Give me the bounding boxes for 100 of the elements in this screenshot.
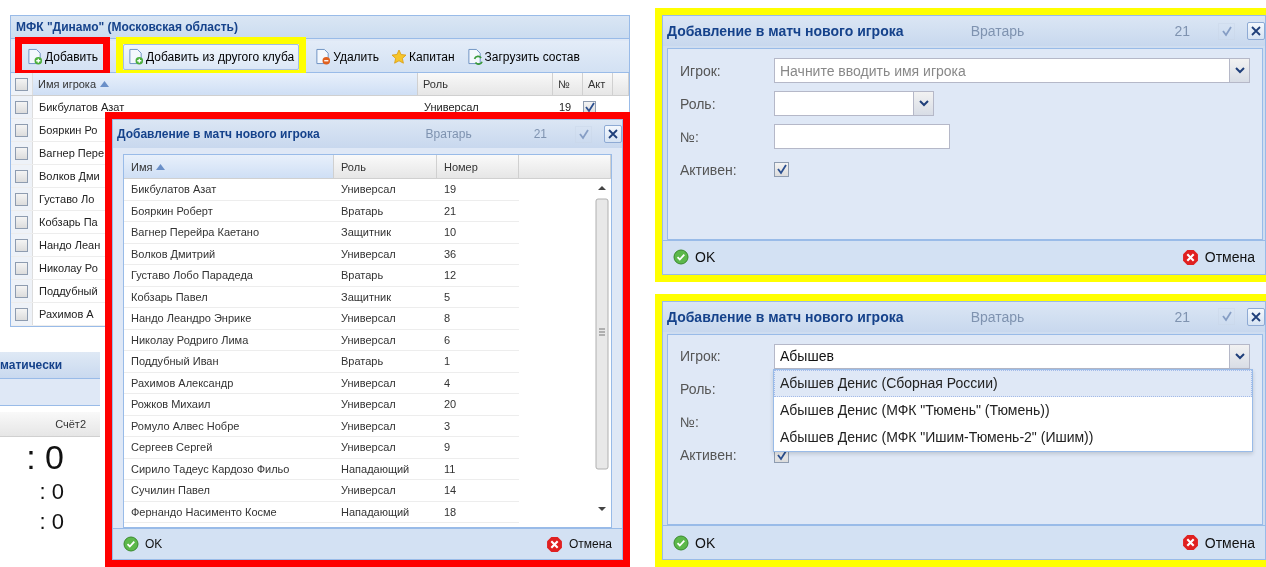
column-header[interactable]: Имя xyxy=(124,155,334,178)
table-cell-text: Универсал xyxy=(423,101,479,113)
table-cell-text: 12 xyxy=(443,269,458,282)
dropdown-option[interactable]: Абышев Денис (МФК "Ишим-Тюмень-2" (Ишим)) xyxy=(774,423,1252,451)
table-cell-text: Универсал xyxy=(340,419,397,432)
score-text: : 0 xyxy=(25,437,65,477)
checkbox[interactable] xyxy=(15,284,28,298)
checkbox[interactable] xyxy=(15,192,28,206)
ok-button[interactable]: OK xyxy=(669,247,720,267)
field-label: Игрок: xyxy=(680,348,722,364)
cancel-icon xyxy=(545,535,563,553)
table-cell-text: Кобзарь Па xyxy=(38,216,98,228)
close-icon xyxy=(608,129,618,139)
player-input-field[interactable]: Абышев xyxy=(774,343,1229,369)
ok-button[interactable]: OK xyxy=(669,532,720,553)
table-cell-text: Нападающий xyxy=(340,505,411,518)
table-cell-text: Универсал xyxy=(340,183,397,196)
table-cell-text: Универсал xyxy=(340,484,397,497)
cancel-button[interactable]: Отмена xyxy=(1177,532,1259,553)
select-all-checkbox[interactable] xyxy=(15,77,28,91)
checkbox[interactable] xyxy=(15,215,28,229)
chevron-down-icon xyxy=(918,100,929,107)
column-header[interactable]: Роль xyxy=(418,73,553,95)
star-icon xyxy=(391,48,408,65)
column-header[interactable]: № xyxy=(553,73,583,95)
cancel-button[interactable]: Отмена xyxy=(1177,246,1259,268)
field-label: Роль: xyxy=(680,95,717,112)
table-cell-text: 10 xyxy=(443,226,458,239)
table-cell-text: 36 xyxy=(443,247,458,260)
table-cell-text: 18 xyxy=(443,505,458,518)
toolbar-button[interactable]: Капитан xyxy=(386,43,460,70)
table-cell-text: Ромуло Алвес Нобре xyxy=(130,419,241,432)
faded-checkbox[interactable] xyxy=(1218,308,1235,325)
score-text: : 0 xyxy=(38,478,65,506)
table-cell-text: Сергеев Сергей xyxy=(130,441,214,454)
dropdown-button[interactable] xyxy=(913,91,934,116)
table-cell-text: Бояркин Ро xyxy=(38,124,98,136)
faded-checkbox[interactable] xyxy=(575,125,592,143)
faded-role-text: Вратарь xyxy=(970,308,1025,325)
table-cell-text: 11 xyxy=(443,462,457,475)
close-button[interactable] xyxy=(1247,22,1265,40)
checkbox[interactable] xyxy=(15,261,28,275)
table-cell-text: 8 xyxy=(443,312,452,325)
dropdown-option[interactable]: Абышев Денис (МФК "Тюмень" (Тюмень)) xyxy=(774,396,1252,424)
close-button[interactable] xyxy=(1247,307,1265,326)
toolbar-button[interactable]: Загрузить состав xyxy=(461,43,585,70)
field-label: Игрок: xyxy=(680,62,722,79)
toolbar-button[interactable]: Удалить xyxy=(310,43,385,70)
table-cell-text: Рахимов Александр xyxy=(130,376,235,389)
role-input-field[interactable] xyxy=(774,91,913,116)
panel-title: МФК "Динамо" (Московская область) xyxy=(11,16,629,40)
tab[interactable]: матически xyxy=(0,352,100,379)
checkbox[interactable] xyxy=(15,146,28,160)
column-header[interactable]: Акт xyxy=(583,73,613,95)
checkbox[interactable] xyxy=(15,100,28,114)
ok-icon xyxy=(673,249,689,265)
table-cell-text: Нападающий xyxy=(340,462,411,475)
toolbar-button[interactable]: Добавить из другого клуба xyxy=(123,43,300,70)
cancel-button[interactable]: Отмена xyxy=(541,533,616,555)
column-header[interactable]: Номер xyxy=(437,155,519,178)
table-cell-text: Универсал xyxy=(340,333,397,346)
table-cell-text: Универсал xyxy=(340,376,397,389)
faded-number-text: 21 xyxy=(1174,23,1190,39)
table-cell-text: Фернандо Насименто Косме xyxy=(130,505,278,518)
close-icon xyxy=(1251,311,1261,322)
score-text: : 0 xyxy=(38,508,65,536)
table-cell-text: Универсал xyxy=(340,312,397,325)
column-header[interactable]: Роль xyxy=(334,155,437,178)
table-cell-text: Защитник xyxy=(340,226,393,239)
ok-icon xyxy=(123,536,139,552)
close-button[interactable] xyxy=(604,125,622,143)
player-input-field[interactable]: Начните вводить имя игрока xyxy=(774,58,1229,83)
faded-role-text: Вратарь xyxy=(970,23,1025,39)
checkbox[interactable] xyxy=(15,238,28,252)
active-checkbox[interactable] xyxy=(774,162,789,177)
ok-button[interactable]: OK xyxy=(119,534,167,554)
table-cell-text: Вагнер Перейра Каетано xyxy=(130,226,261,239)
column-header: Счёт2 xyxy=(0,412,100,437)
checkbox[interactable] xyxy=(15,307,28,321)
checkbox[interactable] xyxy=(15,169,28,183)
table-cell-text: 19 xyxy=(558,101,572,113)
table-cell-text: Универсал xyxy=(340,441,397,454)
dropdown-button[interactable] xyxy=(1229,58,1250,83)
number-input-field[interactable] xyxy=(774,124,950,149)
table-cell-text: Поддубный xyxy=(38,285,98,297)
faded-checkbox[interactable] xyxy=(1218,22,1235,40)
ok-icon xyxy=(673,534,689,551)
dropdown-button[interactable] xyxy=(1229,343,1250,369)
table-cell-text: Вратарь xyxy=(340,204,385,217)
dropdown-option[interactable]: Абышев Денис (Сборная России) xyxy=(774,369,1252,397)
toolbar-button[interactable]: Добавить xyxy=(22,43,104,70)
dialog-title: Добавление в матч нового игрока xyxy=(117,127,320,141)
column-header[interactable]: Имя игрока xyxy=(33,73,418,95)
add-document-icon xyxy=(27,48,43,66)
table-cell-text: 5 xyxy=(443,290,452,303)
table-cell-text: Кобзарь Павел xyxy=(130,290,209,303)
table-cell-text: 21 xyxy=(443,204,458,217)
refresh-document-icon xyxy=(466,48,483,66)
checkbox[interactable] xyxy=(15,123,28,137)
table-cell-text: Нандо Леандро Энрике xyxy=(130,312,253,325)
